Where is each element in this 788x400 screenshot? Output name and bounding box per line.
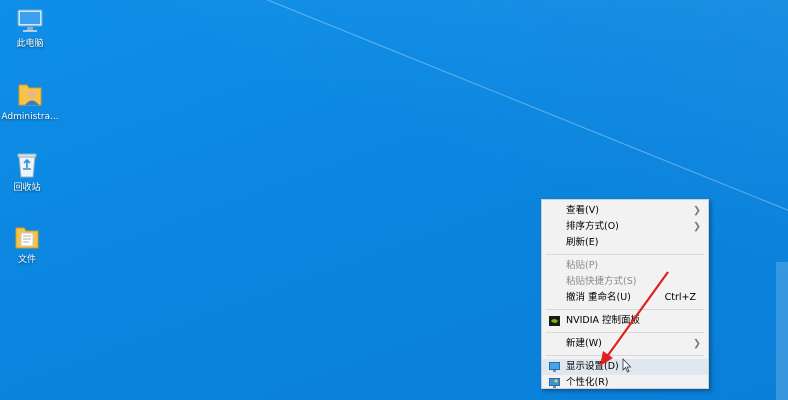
annotation-arrow bbox=[600, 271, 669, 366]
mouse-cursor-icon bbox=[622, 358, 632, 373]
